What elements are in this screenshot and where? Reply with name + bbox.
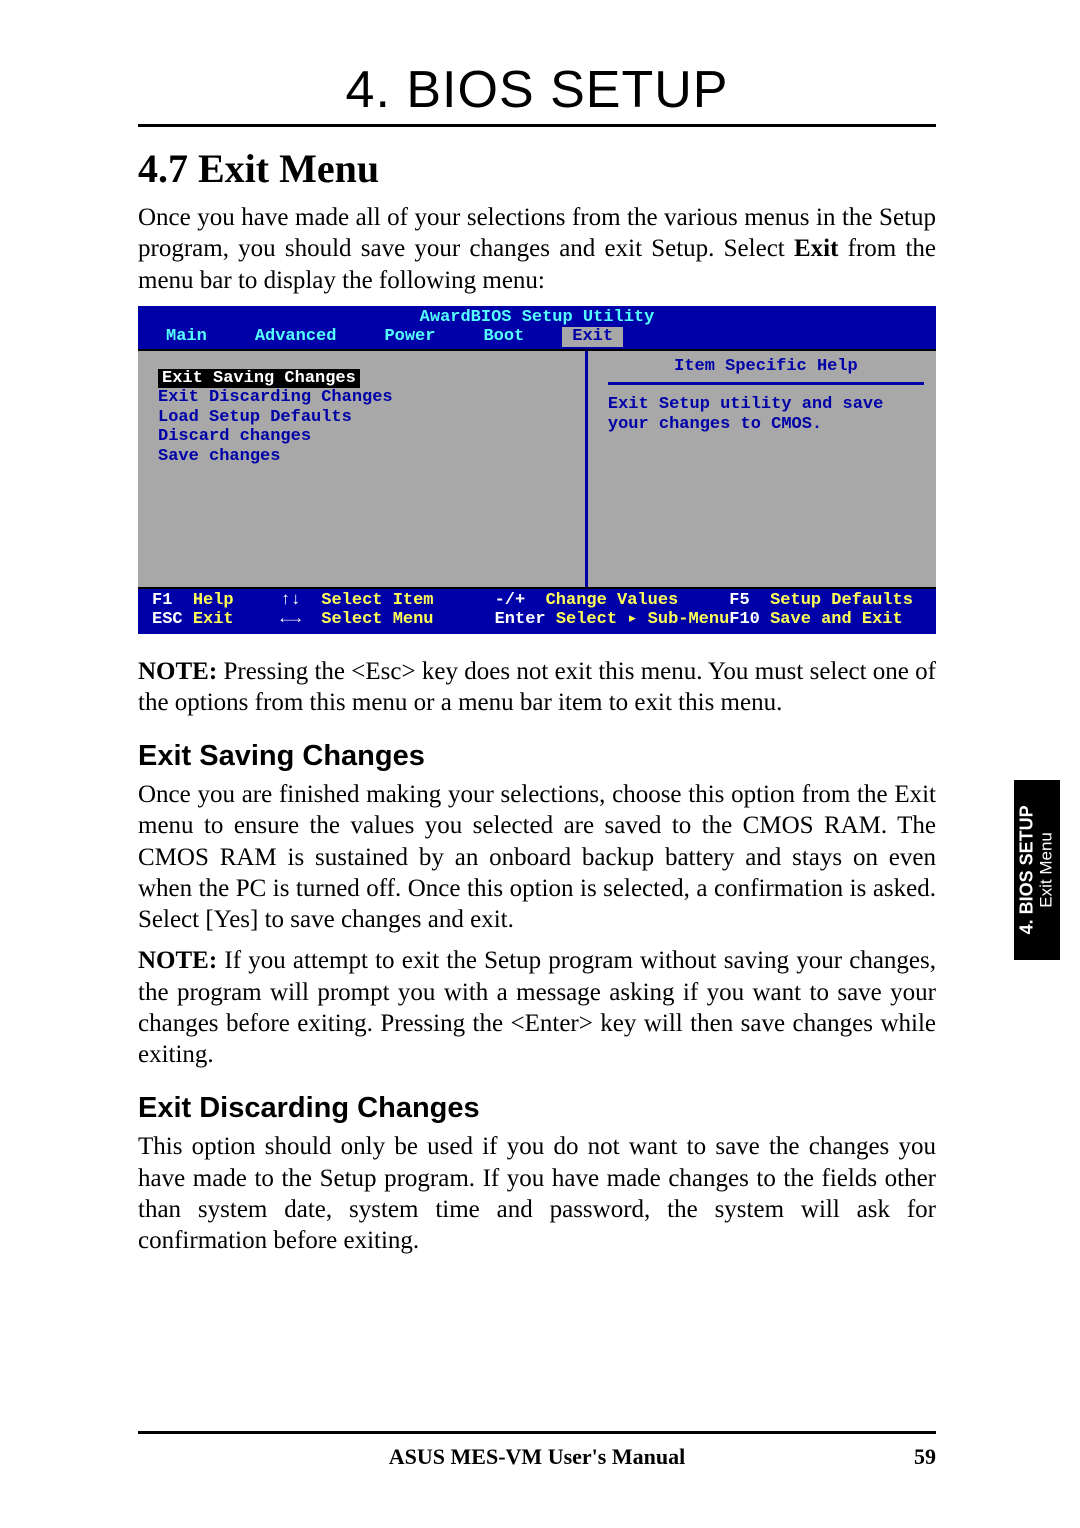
- subheading-exit-discarding: Exit Discarding Changes: [138, 1092, 936, 1125]
- note-2-text: If you attempt to exit the Setup program…: [138, 947, 936, 1068]
- bios-title: AwardBIOS Setup Utility: [138, 306, 936, 328]
- key-leftright: ←→: [280, 610, 300, 629]
- subheading-exit-saving: Exit Saving Changes: [138, 740, 936, 773]
- bios-tab-advanced[interactable]: Advanced: [245, 327, 347, 347]
- note-2-label: NOTE:: [138, 947, 217, 974]
- note-1-label: NOTE:: [138, 658, 217, 685]
- key-plusminus: -/+: [495, 591, 526, 610]
- label-select-item: Select Item: [321, 591, 433, 610]
- bios-footer: F1 Help ↑↓ Select Item -/+ Change Values…: [138, 587, 936, 634]
- key-updown: ↑↓: [280, 591, 300, 610]
- side-tab: 4. BIOS SETUP Exit Menu: [1014, 780, 1060, 960]
- key-f1: F1: [152, 591, 172, 610]
- footer-manual-title: ASUS MES-VM User's Manual: [138, 1444, 936, 1470]
- label-save-exit: Save and Exit: [770, 610, 903, 629]
- para-exit-discarding: This option should only be used if you d…: [138, 1131, 936, 1256]
- label-help: Help: [193, 591, 234, 610]
- bios-help-text: Exit Setup utility and save your changes…: [608, 395, 924, 434]
- bios-item-load-defaults[interactable]: Load Setup Defaults: [158, 408, 573, 428]
- key-f10: F10: [729, 610, 760, 629]
- label-setup-defaults: Setup Defaults: [770, 591, 913, 610]
- bios-item-exit-discarding[interactable]: Exit Discarding Changes: [158, 388, 573, 408]
- key-esc: ESC: [152, 610, 183, 629]
- bios-help-panel: Item Specific Help Exit Setup utility an…: [585, 351, 936, 587]
- chapter-title: 4. BIOS SETUP: [138, 60, 936, 127]
- label-exit: Exit: [193, 610, 234, 629]
- section-title: 4.7 Exit Menu: [138, 145, 936, 192]
- label-change-values: Change Values: [546, 591, 679, 610]
- bios-tab-main[interactable]: Main: [156, 327, 217, 347]
- bios-item-save[interactable]: Save changes: [158, 447, 573, 467]
- label-select-submenu: Select ▸ Sub-Menu: [556, 610, 729, 629]
- bios-tab-power[interactable]: Power: [374, 327, 445, 347]
- bios-item-discard[interactable]: Discard changes: [158, 427, 573, 447]
- bios-help-title: Item Specific Help: [608, 357, 924, 386]
- intro-paragraph: Once you have made all of your selection…: [138, 202, 936, 296]
- page-footer: ASUS MES-VM User's Manual 59: [138, 1431, 936, 1470]
- para-exit-saving: Once you are finished making your select…: [138, 779, 936, 935]
- bios-menu-list: Exit Saving Changes Exit Discarding Chan…: [138, 351, 585, 587]
- key-enter: Enter: [495, 610, 546, 629]
- bios-body: Exit Saving Changes Exit Discarding Chan…: [138, 349, 936, 587]
- side-tab-sub: Exit Menu: [1037, 832, 1056, 908]
- bios-tab-exit[interactable]: Exit: [562, 327, 623, 347]
- bios-tab-bar: Main Advanced Power Boot Exit: [138, 327, 936, 349]
- side-tab-title: 4. BIOS SETUP: [1017, 805, 1037, 934]
- bios-item-exit-saving[interactable]: Exit Saving Changes: [158, 369, 360, 389]
- bios-tab-boot[interactable]: Boot: [473, 327, 534, 347]
- bios-screenshot: AwardBIOS Setup Utility Main Advanced Po…: [138, 306, 936, 634]
- note-1: NOTE: Pressing the <Esc> key does not ex…: [138, 656, 936, 719]
- key-f5: F5: [729, 591, 749, 610]
- note-1-text: Pressing the <Esc> key does not exit thi…: [138, 658, 936, 716]
- label-select-menu: Select Menu: [321, 610, 433, 629]
- note-2: NOTE: If you attempt to exit the Setup p…: [138, 945, 936, 1070]
- intro-bold: Exit: [794, 235, 838, 262]
